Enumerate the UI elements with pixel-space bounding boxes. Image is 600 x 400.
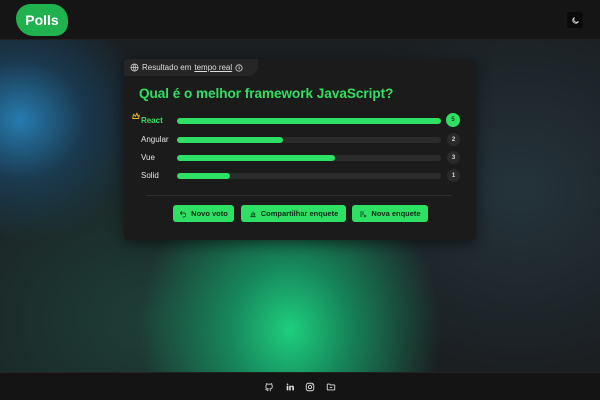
poll-option: Solid 1: [124, 169, 476, 183]
option-bar-track: [177, 173, 441, 179]
linkedin-link[interactable]: [285, 382, 295, 392]
share-poll-label: Compartilhar enquete: [260, 209, 339, 218]
option-label: Solid: [141, 171, 159, 180]
portfolio-link[interactable]: [326, 382, 336, 392]
new-vote-button[interactable]: Novo voto: [173, 205, 234, 222]
list-plus-icon: [360, 211, 367, 217]
option-bar-fill: [177, 155, 336, 161]
option-vote-count: 3: [447, 151, 460, 164]
folder-icon: [326, 383, 336, 391]
logo[interactable]: Polls: [16, 4, 68, 36]
poll-option: React 5: [124, 112, 476, 128]
poll-question: Qual é o melhor framework JavaScript?: [139, 86, 394, 101]
new-vote-label: Novo voto: [191, 209, 228, 218]
option-bar-track: [177, 155, 441, 161]
bar-chart-icon: [250, 211, 256, 217]
poll-option: Angular 2: [124, 133, 476, 147]
moon-icon: [571, 16, 579, 24]
share-poll-button[interactable]: Compartilhar enquete: [241, 205, 346, 222]
instagram-icon: [305, 382, 315, 392]
option-bar-fill: [177, 137, 283, 143]
theme-toggle-button[interactable]: [567, 12, 583, 28]
realtime-prefix: Resultado em: [142, 63, 192, 72]
option-vote-count: 1: [447, 169, 460, 182]
top-bar: Polls: [0, 0, 600, 40]
option-vote-count: 2: [447, 133, 460, 146]
new-poll-button[interactable]: Nova enquete: [352, 205, 428, 222]
new-poll-label: Nova enquete: [371, 209, 421, 218]
github-link[interactable]: [264, 382, 274, 392]
option-bar-fill: [177, 118, 441, 124]
info-icon: [235, 63, 243, 72]
poll-results-card: Resultado em tempo real Qual é o melhor …: [124, 59, 476, 240]
option-label: Angular: [141, 135, 169, 144]
option-label: React: [141, 116, 163, 125]
crown-icon: [132, 112, 140, 119]
option-label: Vue: [141, 153, 155, 162]
realtime-link[interactable]: tempo real: [194, 63, 232, 72]
realtime-tab: Resultado em tempo real: [124, 59, 258, 76]
logo-text: Polls: [25, 12, 59, 28]
divider: [146, 195, 452, 196]
linkedin-icon: [286, 383, 294, 391]
github-icon: [265, 383, 273, 392]
option-bar-fill: [177, 173, 230, 179]
undo-icon: [179, 210, 187, 217]
globe-icon: [130, 63, 139, 72]
instagram-link[interactable]: [305, 382, 315, 392]
option-bar-track: [177, 137, 441, 143]
poll-option: Vue 3: [124, 151, 476, 165]
option-vote-count: 5: [446, 113, 460, 127]
footer: [0, 372, 600, 400]
option-bar-track: [177, 118, 441, 124]
